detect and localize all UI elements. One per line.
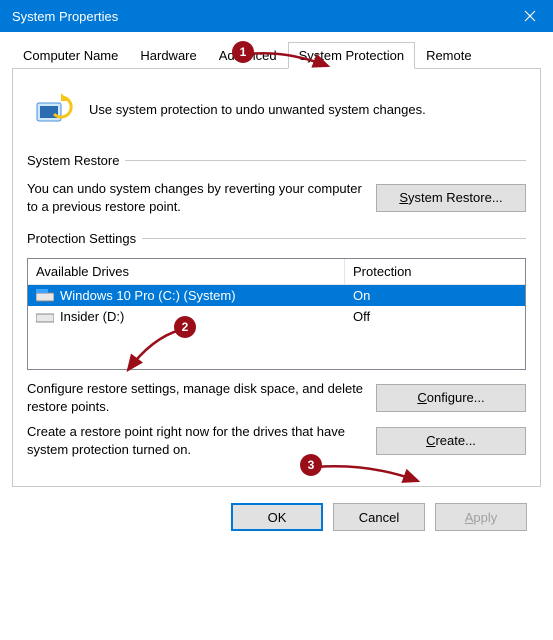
dialog-buttons: OK Cancel Apply — [12, 487, 541, 545]
tab-hardware[interactable]: Hardware — [129, 42, 207, 69]
create-desc: Create a restore point right now for the… — [27, 423, 364, 458]
drive-row-d[interactable]: Insider (D:) Off — [28, 306, 525, 327]
ok-button[interactable]: OK — [231, 503, 323, 531]
tab-remote[interactable]: Remote — [415, 42, 483, 69]
protection-settings-header: Protection Settings — [27, 231, 136, 246]
system-restore-desc: You can undo system changes by reverting… — [27, 180, 364, 215]
tab-strip: Computer Name Hardware Advanced System P… — [12, 42, 541, 69]
intro-text: Use system protection to undo unwanted s… — [89, 102, 426, 117]
window-title: System Properties — [12, 9, 118, 24]
tab-system-protection[interactable]: System Protection — [288, 42, 416, 69]
drive-row-c[interactable]: Windows 10 Pro (C:) (System) On — [28, 285, 525, 306]
col-available-drives: Available Drives — [28, 259, 345, 285]
close-icon — [524, 10, 536, 22]
configure-desc: Configure restore settings, manage disk … — [27, 380, 364, 415]
title-bar: System Properties — [0, 0, 553, 32]
close-button[interactable] — [507, 0, 553, 32]
cancel-button[interactable]: Cancel — [333, 503, 425, 531]
system-protection-icon — [31, 87, 75, 131]
col-protection: Protection — [345, 259, 525, 285]
drive-icon — [36, 310, 54, 324]
drive-system-icon — [36, 289, 54, 303]
tab-advanced[interactable]: Advanced — [208, 42, 288, 69]
configure-button[interactable]: Configure... — [376, 384, 526, 412]
system-restore-header: System Restore — [27, 153, 119, 168]
create-button[interactable]: Create... — [376, 427, 526, 455]
drives-list[interactable]: Available Drives Protection Windows 10 P… — [27, 258, 526, 370]
tab-computer-name[interactable]: Computer Name — [12, 42, 129, 69]
system-restore-button[interactable]: System Restore... — [376, 184, 526, 212]
apply-button[interactable]: Apply — [435, 503, 527, 531]
tab-panel: Use system protection to undo unwanted s… — [12, 69, 541, 487]
